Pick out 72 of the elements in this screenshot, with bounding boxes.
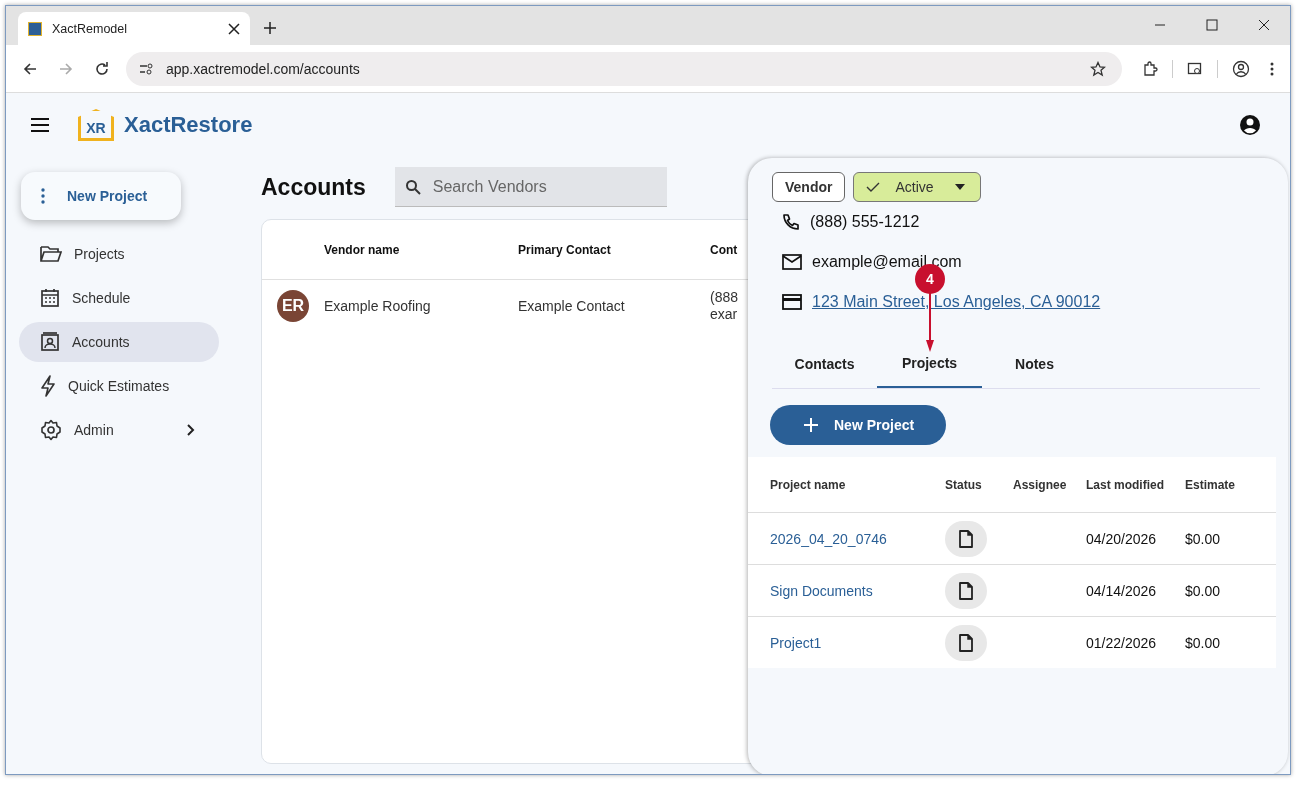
table-cell-text: $0.00 [1185, 530, 1222, 547]
column-header: Vendor name [324, 242, 401, 257]
plus-icon [804, 418, 818, 432]
table-cell-text: $0.00 [1185, 634, 1222, 651]
nav-item[interactable]: Schedule [19, 278, 219, 318]
table-cell-text: Example Roofing [324, 298, 432, 314]
column-header: Project name [770, 477, 847, 492]
favicon-icon [28, 21, 42, 36]
puzzle-icon[interactable] [1142, 60, 1158, 77]
folder-icon [40, 245, 62, 263]
column-header: Primary Contact [518, 242, 612, 257]
vendor-chip: Vendor [772, 172, 846, 202]
menu-icon[interactable] [1270, 60, 1274, 77]
tab-search-icon[interactable] [1187, 60, 1203, 77]
nav-item[interactable]: Quick Estimates [19, 366, 219, 406]
brand-name: XactRestore [124, 112, 253, 138]
table-cell-text: exar [710, 306, 739, 323]
star-icon[interactable] [1090, 60, 1106, 77]
project-link[interactable]: Sign Documents [770, 582, 945, 599]
nav-item[interactable]: Projects [19, 234, 219, 274]
column-header: Last modified [1086, 477, 1165, 492]
document-status-icon[interactable] [945, 520, 987, 557]
card-icon [782, 294, 802, 310]
mail-icon [782, 254, 802, 270]
table-cell-text: (888 [710, 289, 740, 306]
column-header: Estimate [1185, 477, 1237, 492]
table-cell-text: 01/22/2026 [1086, 634, 1158, 651]
nav-item[interactable]: Admin [19, 410, 219, 450]
more-icon [41, 188, 45, 204]
maximize-icon[interactable] [1206, 19, 1218, 31]
status-dropdown[interactable]: Active [853, 172, 982, 202]
document-status-icon[interactable] [945, 572, 987, 609]
new-project-button[interactable]: New Project [770, 405, 946, 445]
new-tab-icon[interactable] [264, 22, 276, 34]
reload-icon[interactable] [94, 60, 110, 77]
address-link[interactable]: 123 Main Street, Los Angeles, CA 90012 [812, 293, 1101, 311]
table-cell-text: 04/14/2026 [1086, 582, 1158, 599]
lightning-icon [40, 375, 56, 397]
column-header: Cont [710, 242, 739, 257]
contact-card-icon [40, 332, 60, 352]
nav-item[interactable]: Accounts [19, 322, 219, 362]
contact-detail: (888) 555-1212 [810, 213, 920, 231]
tab[interactable]: Notes [982, 340, 1087, 388]
search-input[interactable]: Search Vendors [430, 176, 657, 197]
table-cell-text: 04/20/2026 [1086, 530, 1158, 547]
logo-icon: XR [78, 109, 114, 141]
caret-icon [954, 184, 965, 190]
account-icon[interactable] [1239, 114, 1261, 136]
profile-icon[interactable] [1232, 59, 1250, 78]
avatar: ER [277, 290, 309, 322]
close-icon[interactable] [228, 22, 240, 35]
column-header: Status [945, 477, 983, 492]
project-link[interactable]: 2026_04_20_0746 [770, 530, 945, 547]
settings-icon [40, 419, 62, 441]
menu-icon[interactable] [31, 118, 49, 132]
calendar-icon [40, 288, 60, 308]
phone-icon [782, 213, 800, 231]
back-icon[interactable] [22, 60, 38, 77]
new-project-button[interactable]: New Project [21, 172, 181, 220]
address-bar[interactable]: app.xactremodel.com/accounts [126, 51, 1122, 86]
page-title: Accounts [261, 173, 366, 201]
table-cell-text: $0.00 [1185, 582, 1222, 599]
column-header: Assignee [1013, 477, 1068, 492]
project-link[interactable]: Project1 [770, 634, 945, 651]
site-settings-icon[interactable] [138, 60, 154, 77]
browser-tab[interactable]: XactRemodel [18, 12, 250, 45]
table-cell-text: Example Contact [518, 298, 626, 314]
document-status-icon[interactable] [945, 624, 987, 661]
search-field[interactable]: Search Vendors [394, 167, 667, 207]
tab[interactable]: Contacts [772, 340, 877, 388]
close-icon[interactable] [1258, 19, 1270, 31]
search-icon [404, 178, 421, 195]
